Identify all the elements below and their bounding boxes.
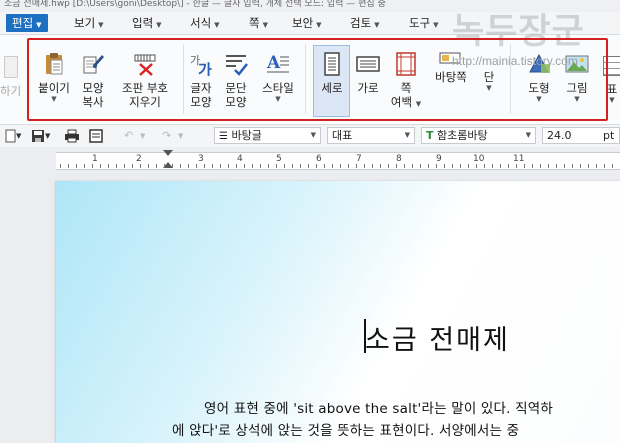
highlight-box: [27, 38, 608, 121]
menu-page[interactable]: 쪽 ▼: [249, 14, 268, 32]
table-label: 표: [606, 82, 618, 96]
menu-review[interactable]: 검토 ▼: [350, 14, 380, 32]
ruler-number: 6: [316, 154, 322, 164]
style-select-value: 바탕글: [231, 129, 262, 142]
chevron-down-icon: ▼: [374, 21, 380, 29]
indent-marker-icon[interactable]: [163, 150, 173, 156]
ruler-number: 9: [436, 154, 442, 164]
ruler-number: 1: [92, 154, 98, 164]
menu-insert[interactable]: 입력 ▼: [132, 14, 162, 32]
chevron-down-icon: ▼: [214, 21, 220, 29]
menu-format[interactable]: 서식 ▼: [190, 14, 220, 32]
paragraph-line-1[interactable]: 영어 표현 중에 'sit above the salt'라는 말이 있다. 직…: [204, 397, 553, 417]
chevron-down-icon: ▼: [433, 21, 439, 29]
ruler-number: 11: [513, 154, 525, 164]
font-select-value: 함초롬바탕: [437, 129, 488, 142]
menu-security[interactable]: 보안 ▼: [292, 14, 322, 32]
style-select[interactable]: ☰ 바탕글 ▼: [214, 127, 321, 144]
ruler-ticks: [60, 164, 616, 168]
chevron-down-icon: ▼: [316, 21, 322, 29]
paragraph-style-icon: ☰: [219, 131, 228, 142]
chevron-down-icon: ▼: [98, 21, 104, 29]
font-size-input[interactable]: 24.0 pt: [542, 127, 620, 144]
format-toolbar: ▼ ▼ ↶ ▼ ↷ ▼ ☰ 바탕글 ▼ 대표 ▼ T 함초롬바탕 ▼ 24.0 …: [0, 124, 620, 148]
chevron-down-icon: ▼: [156, 21, 162, 29]
menu-view[interactable]: 보기 ▼: [74, 14, 104, 32]
chevron-down-icon: ▼: [525, 131, 531, 139]
ruler-number: 8: [396, 154, 402, 164]
language-select-value: 대표: [332, 129, 353, 142]
language-select[interactable]: 대표 ▼: [327, 127, 415, 144]
ruler-number: 4: [237, 154, 243, 164]
document-title[interactable]: 소금 전매제: [365, 318, 510, 357]
menu-tools[interactable]: 도구 ▼: [409, 14, 439, 32]
chevron-down-icon[interactable]: ▼: [16, 128, 21, 144]
ruler-number: 7: [356, 154, 362, 164]
chevron-down-icon[interactable]: ▼: [178, 128, 183, 144]
ruler-number: 2: [136, 154, 142, 164]
preview-icon[interactable]: [88, 128, 104, 144]
ruler-number: 3: [198, 154, 204, 164]
ruler-number: 5: [276, 154, 282, 164]
save-icon[interactable]: [30, 128, 46, 144]
chevron-down-icon: ▼: [404, 131, 410, 139]
chevron-down-icon: ▼: [36, 21, 42, 29]
undo-icon[interactable]: ↶: [124, 128, 133, 144]
redo-icon[interactable]: ↷: [162, 128, 171, 144]
copy-icon: [4, 56, 18, 78]
print-icon[interactable]: [64, 128, 80, 144]
menu-edit[interactable]: 편집 ▼: [6, 14, 48, 32]
chevron-down-icon[interactable]: ▼: [45, 128, 50, 144]
font-select[interactable]: T 함초롬바탕 ▼: [421, 127, 536, 144]
font-size-value: 24.0: [547, 129, 572, 142]
font-size-unit: pt: [603, 129, 615, 142]
chevron-down-icon[interactable]: ▼: [140, 128, 145, 144]
ribbon-partial-label: 하기: [0, 84, 22, 98]
font-type-icon: T: [426, 129, 434, 142]
chevron-down-icon: ▼: [262, 21, 268, 29]
paragraph-line-2[interactable]: 에 앉다'로 상석에 앉는 것을 뜻하는 표현이다. 서양에서는 중: [172, 419, 519, 439]
chevron-down-icon: ▼: [310, 131, 316, 139]
ruler-number: 10: [473, 154, 485, 164]
